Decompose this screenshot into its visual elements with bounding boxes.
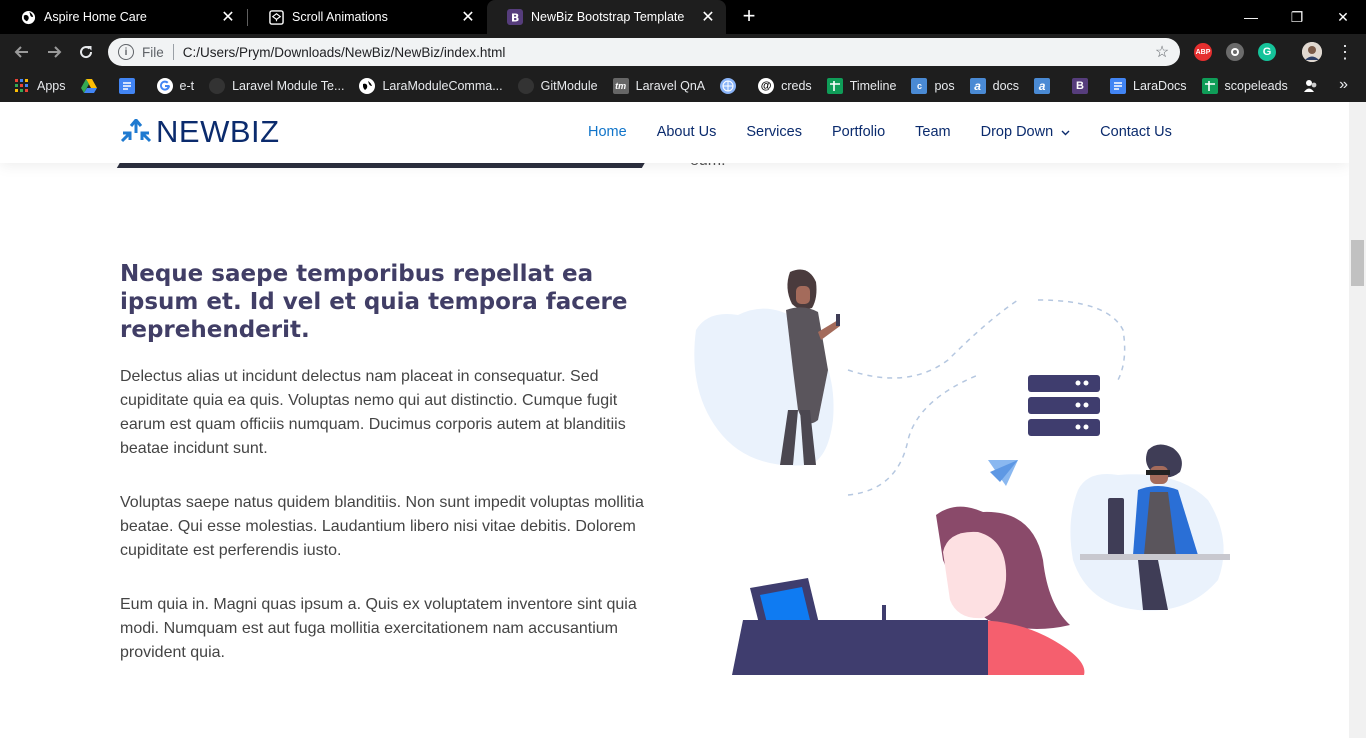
bookmark-a[interactable]: a xyxy=(1034,78,1057,94)
nav-drop-down[interactable]: Drop Down xyxy=(981,124,1071,140)
adblock-plus-icon[interactable]: ABP xyxy=(1194,43,1212,61)
bookmark-apps[interactable]: Apps xyxy=(14,78,66,94)
paragraph-3: Eum quia in. Magni quas ipsum a. Quis ex… xyxy=(120,596,637,661)
bookmark-laramodulecomma[interactable]: LaraModuleComma... xyxy=(359,78,503,94)
a-icon: a xyxy=(1034,78,1051,94)
tab-strip: Aspire Home Care ✕ Scroll Animations ✕ B… xyxy=(0,0,1366,34)
grammarly-icon[interactable]: G xyxy=(1258,43,1276,61)
close-window-button[interactable]: ✕ xyxy=(1320,0,1366,34)
page-viewport: NEWBIZ Home About Us Services Portfolio … xyxy=(0,102,1349,738)
man-at-desk-figure xyxy=(1070,444,1230,611)
browser-menu-icon[interactable]: ⋮ xyxy=(1333,40,1357,64)
nav-team[interactable]: Team xyxy=(915,124,950,140)
nav-home[interactable]: Home xyxy=(588,124,627,140)
paragraph-2: Voluptas saepe natus quidem blanditiis. … xyxy=(120,494,644,559)
bootstrap-icon: B xyxy=(507,9,523,25)
server-stack-icon xyxy=(1028,375,1100,436)
google-drive-icon xyxy=(80,78,97,94)
restore-button[interactable]: ❐ xyxy=(1274,0,1320,34)
bookmarks-bar: Apps e-t Laravel Module Te... LaraModule… xyxy=(0,70,1366,102)
main-nav: Home About Us Services Portfolio Team Dr… xyxy=(588,124,1202,140)
sheets-icon xyxy=(826,78,843,94)
back-button[interactable] xyxy=(10,40,34,64)
apps-grid-icon xyxy=(14,78,30,94)
woman-with-phone-figure xyxy=(694,269,840,466)
extension-circle-icon[interactable] xyxy=(1226,43,1244,61)
omnibox-divider xyxy=(172,44,174,60)
paragraph-1: Delectus alias ut incidunt delectus nam … xyxy=(120,368,626,457)
pos-icon: c xyxy=(911,78,928,94)
globe-icon xyxy=(359,78,376,94)
address-bar[interactable]: i File C:/Users/Prym/Downloads/NewBiz/Ne… xyxy=(108,38,1180,66)
bookmark-laravel-qna[interactable]: tm Laravel QnA xyxy=(612,78,705,94)
logo-arrows-icon xyxy=(120,119,152,143)
page-scrollbar[interactable] xyxy=(1349,102,1366,738)
chevron-down-icon xyxy=(1061,128,1070,139)
bookmark-pos[interactable]: c pos xyxy=(911,78,955,94)
site-header: NEWBIZ Home About Us Services Portfolio … xyxy=(0,102,1349,163)
a-icon: a xyxy=(969,78,986,94)
tab-newbiz-bootstrap-template[interactable]: B NewBiz Bootstrap Template ✕ xyxy=(487,0,726,34)
tab-aspire-home-care[interactable]: Aspire Home Care ✕ xyxy=(0,0,246,34)
reload-icon xyxy=(80,46,93,59)
profile-avatar[interactable] xyxy=(1302,42,1322,62)
globe-icon xyxy=(20,9,36,25)
bookmark-timeline[interactable]: Timeline xyxy=(826,78,896,94)
tab-scroll-animations[interactable]: Scroll Animations ✕ xyxy=(248,0,486,34)
codepen-icon xyxy=(268,9,284,25)
google-docs-icon xyxy=(1110,78,1127,94)
minimize-button[interactable]: — xyxy=(1228,0,1274,34)
at-icon: @ xyxy=(758,78,775,94)
bookmark-google-drive[interactable] xyxy=(80,78,104,94)
site-logo[interactable]: NEWBIZ xyxy=(120,114,280,150)
nav-services[interactable]: Services xyxy=(746,124,802,140)
new-tab-button[interactable]: + xyxy=(737,4,761,28)
bookmarks-overflow-icon[interactable]: » xyxy=(1339,76,1348,94)
bookmark-gitmodule[interactable]: GitModule xyxy=(517,78,598,94)
logo-text: NEWBIZ xyxy=(156,114,280,149)
scrollbar-thumb[interactable] xyxy=(1351,240,1364,286)
bootstrap-icon: B xyxy=(1072,78,1089,94)
back-arrow-icon xyxy=(14,46,28,58)
bookmark-globe[interactable] xyxy=(720,78,743,94)
nav-portfolio[interactable]: Portfolio xyxy=(832,124,885,140)
github-icon xyxy=(517,78,534,94)
sheets-icon xyxy=(1201,78,1218,94)
bookmark-e-t[interactable]: e-t xyxy=(156,78,194,94)
woman-at-computer-figure xyxy=(732,506,1085,675)
url-text[interactable]: C:/Users/Prym/Downloads/NewBiz/NewBiz/in… xyxy=(183,45,1152,60)
nav-about-us[interactable]: About Us xyxy=(657,124,717,140)
nav-contact-us[interactable]: Contact Us xyxy=(1100,124,1172,140)
google-docs-icon xyxy=(118,78,135,94)
bookmark-google-docs[interactable] xyxy=(118,78,142,94)
remote-work-illustration xyxy=(694,269,1230,675)
forward-button[interactable] xyxy=(42,40,66,64)
url-scheme: File xyxy=(142,44,164,60)
close-tab-icon[interactable]: ✕ xyxy=(460,9,476,26)
people-icon xyxy=(1303,78,1319,94)
globe-blue-icon xyxy=(720,78,737,94)
browser-toolbar: i File C:/Users/Prym/Downloads/NewBiz/Ne… xyxy=(0,34,1366,70)
tm-icon: tm xyxy=(612,78,629,94)
reload-button[interactable] xyxy=(74,40,98,64)
bookmark-creds[interactable]: @ creds xyxy=(758,78,812,94)
bookmark-people[interactable] xyxy=(1303,78,1326,94)
section-heading: Neque saepe temporibus repellat ea ipsum… xyxy=(120,261,628,343)
google-icon xyxy=(156,78,173,94)
bookmark-laravel-module-te[interactable]: Laravel Module Te... xyxy=(209,78,344,94)
bookmark-docs[interactable]: a docs xyxy=(969,78,1019,94)
forward-arrow-icon xyxy=(48,46,62,58)
close-tab-icon[interactable]: ✕ xyxy=(220,9,236,26)
bookmark-laradocs[interactable]: LaraDocs xyxy=(1110,78,1187,94)
bookmark-star-icon[interactable]: ☆ xyxy=(1152,42,1172,62)
bookmark-bootstrap[interactable]: B xyxy=(1072,78,1095,94)
github-icon xyxy=(209,78,226,94)
site-info-icon[interactable]: i xyxy=(118,44,134,60)
bookmark-scopeleads[interactable]: scopeleads xyxy=(1201,78,1288,94)
close-tab-icon[interactable]: ✕ xyxy=(700,9,716,26)
svg-text:B: B xyxy=(511,12,519,25)
